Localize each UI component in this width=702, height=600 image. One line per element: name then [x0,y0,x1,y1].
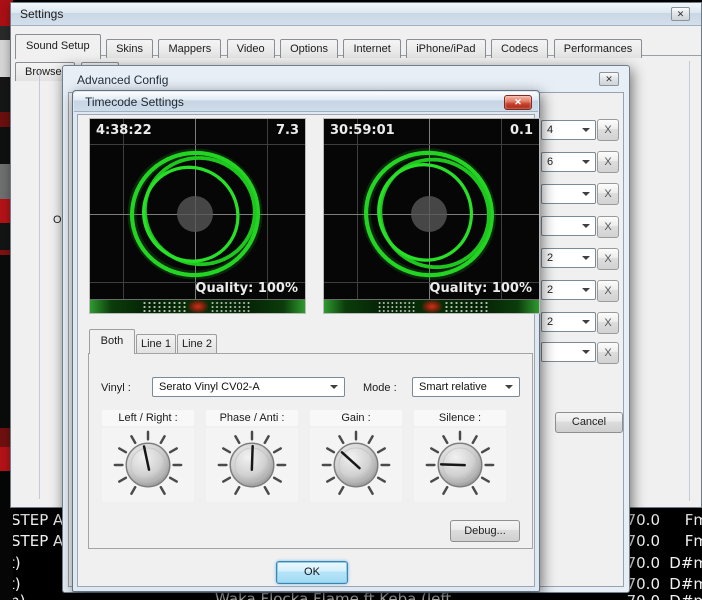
chevron-down-icon [582,192,590,196]
track-key: D#m [640,575,702,593]
chevron-down-icon [582,256,590,260]
scope-display: 4:38:22 7.3 Quality: 100% [90,119,305,300]
tab-sound-setup[interactable]: Sound Setup [15,34,101,59]
knob-phase-anti[interactable] [206,428,298,502]
advanced-config-close-button[interactable]: ✕ [599,72,619,86]
chevron-down-icon [582,350,590,354]
track-key: D#m [640,554,702,572]
signal-strip [90,299,305,313]
chevron-down-icon [582,320,590,324]
timecode-channel-select[interactable] [541,342,596,362]
tab-video[interactable]: Video [227,39,275,58]
chevron-down-icon [330,385,338,389]
remove-button[interactable]: X [597,183,619,205]
vinyl-select[interactable]: Serato Vinyl CV02-A [152,377,345,397]
tab-iphone-ipad[interactable]: iPhone/iPad [406,39,485,58]
tab-line-1[interactable]: Line 1 [136,334,176,354]
cancel-button[interactable]: Cancel [555,412,623,433]
ok-button[interactable]: OK [276,561,348,584]
chevron-down-icon [582,160,590,164]
knob-label: Left / Right : [102,410,194,426]
knob-label: Gain : [310,410,402,426]
remove-button[interactable]: X [597,151,619,173]
chevron-down-icon [582,128,590,132]
screen: BSTEP AN * 70.0 Fm BSTEP AN * 70.0 Fm st… [0,0,702,600]
mode-select[interactable]: Smart relative [412,377,520,397]
settings-tabstrip: Sound Setup Skins Mappers Video Options … [15,34,701,56]
scope-quality: Quality: 100% [195,281,298,296]
knob-label: Silence : [414,410,506,426]
vinyl-label: Vinyl : [101,382,131,394]
knob-group-gain: Gain : [310,410,402,502]
timecode-channel-select[interactable]: 2 [541,312,596,332]
scope-time: 4:38:22 [96,123,152,138]
knob-label: Phase / Anti : [206,410,298,426]
tab-options[interactable]: Options [280,39,338,58]
tab-skins[interactable]: Skins [106,39,153,58]
scope-pitch: 0.1 [510,123,533,138]
timecode-channel-select[interactable] [541,216,596,236]
timecode-signal-rings [324,119,539,300]
scope-time: 30:59:01 [330,123,395,138]
track-key: D#m [640,592,702,600]
scope-pitch: 7.3 [276,123,299,138]
remove-button[interactable]: X [597,216,619,238]
tab-mappers[interactable]: Mappers [158,39,221,58]
track-key: Fm [640,511,702,529]
settings-close-button[interactable]: ✕ [671,7,690,21]
mode-label: Mode : [363,382,397,394]
knob-left-right[interactable] [102,428,194,502]
timecode-channel-select[interactable]: 6 [541,152,596,172]
timecode-dialog-title: Timecode Settings [85,95,184,109]
timecode-titlebar: Timecode Settings ✕ [74,92,538,112]
advanced-config-title: Advanced Config [77,73,168,87]
chevron-down-icon [582,288,590,292]
timecode-scope-right: 30:59:01 0.1 Quality: 100% [323,118,540,314]
tab-performances[interactable]: Performances [554,39,642,58]
signal-marker [422,300,442,313]
signal-marker [188,300,208,313]
debug-button[interactable]: Debug... [450,520,520,542]
track-key: Fm [640,532,702,550]
signal-strip [324,299,539,313]
timecode-signal-rings [90,119,305,300]
knob-silence[interactable] [414,428,506,502]
timecode-channel-select[interactable]: 2 [541,248,596,268]
groupbox-border [39,71,40,499]
timecode-scope-left: 4:38:22 7.3 Quality: 100% [89,118,306,314]
timecode-channel-select[interactable]: 4 [541,120,596,140]
timecode-close-button[interactable]: ✕ [504,95,532,110]
remove-button[interactable]: X [597,119,619,141]
tab-line-2[interactable]: Line 2 [177,334,217,354]
track-title: on) [1,592,161,600]
remove-button[interactable]: X [597,248,619,270]
remove-button[interactable]: X [597,280,619,302]
scope-display: 30:59:01 0.1 Quality: 100% [324,119,539,300]
chevron-down-icon [505,385,513,389]
knob-group-silence: Silence : [414,410,506,502]
timecode-settings-dialog: Timecode Settings ✕ 4:38:22 7.3 Quality:… [72,90,540,592]
remove-button[interactable]: X [597,342,619,364]
settings-window-title: Settings [20,7,63,21]
chevron-down-icon [582,224,590,228]
tab-codecs[interactable]: Codecs [491,39,548,58]
knob-gain[interactable] [310,428,402,502]
tab-both[interactable]: Both [89,329,135,354]
timecode-channel-select[interactable] [541,184,596,204]
timecode-tab-panel: Vinyl : Serato Vinyl CV02-A Mode : Smart… [88,353,533,549]
remove-button[interactable]: X [597,312,619,334]
timecode-channel-select[interactable]: 2 [541,280,596,300]
scope-quality: Quality: 100% [429,281,532,296]
knob-group-phase-anti: Phase / Anti : [206,410,298,502]
tab-internet[interactable]: Internet [343,39,400,58]
groupbox-border [689,61,690,501]
settings-titlebar: Settings ✕ [11,3,701,26]
knob-group-left-right: Left / Right : [102,410,194,502]
